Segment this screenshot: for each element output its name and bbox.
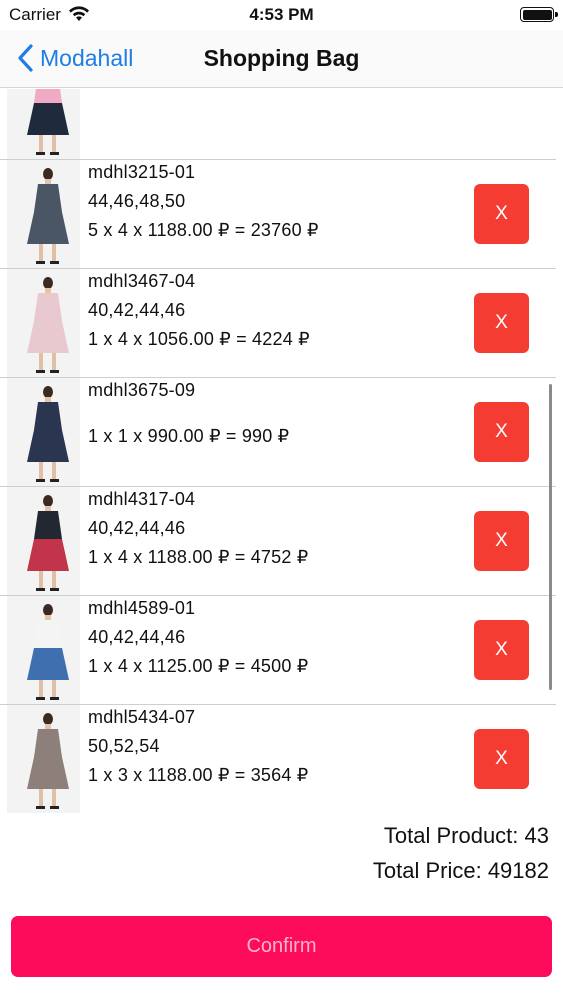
price-calculation: 1 x 4 x 1125.00 ₽ = 4500 ₽ — [88, 656, 309, 676]
product-photo[interactable] — [7, 160, 80, 268]
model-figure-icon — [27, 277, 69, 373]
product-code: mdhl3215-01 — [88, 162, 196, 182]
page-title: Shopping Bag — [203, 45, 360, 71]
total-product: Total Product: 43 — [383, 823, 549, 848]
product-photo[interactable] — [7, 378, 80, 486]
product-code: mdhl4317-04 — [88, 489, 196, 509]
product-code: mdhl5434-07 — [88, 707, 196, 727]
cart-item[interactable]: X — [0, 89, 556, 160]
price-calculation: 5 x 4 x 1188.00 ₽ = 23760 ₽ — [88, 220, 319, 240]
price-calculation: 1 x 3 x 1188.00 ₽ = 3564 ₽ — [88, 765, 309, 785]
product-sizes: 44,46,48,50 — [88, 191, 186, 211]
remove-item-button[interactable]: X — [474, 293, 529, 353]
model-figure-icon — [27, 604, 69, 700]
navigation-bar: Modahall Shopping Bag — [0, 30, 563, 88]
product-photo[interactable] — [7, 269, 80, 377]
model-figure-icon — [27, 495, 69, 591]
model-figure-icon — [27, 713, 69, 809]
product-photo[interactable] — [7, 705, 80, 813]
price-calculation: 1 x 4 x 1056.00 ₽ = 4224 ₽ — [88, 329, 310, 349]
price-calculation: 1 x 4 x 1188.00 ₽ = 4752 ₽ — [88, 547, 309, 567]
cart-item[interactable]: mdhl3675-09 1 x 1 x 990.00 ₽ = 990 ₽ X — [0, 378, 556, 487]
cart-item[interactable]: mdhl3215-01 44,46,48,50 5 x 4 x 1188.00 … — [0, 160, 556, 269]
product-sizes: 50,52,54 — [88, 736, 160, 756]
model-figure-icon — [27, 168, 69, 264]
remove-item-button[interactable]: X — [474, 184, 529, 244]
model-figure-icon — [27, 386, 69, 482]
cart-item[interactable]: mdhl5434-07 50,52,54 1 x 3 x 1188.00 ₽ =… — [0, 705, 556, 814]
cart-item[interactable]: mdhl4317-04 40,42,44,46 1 x 4 x 1188.00 … — [0, 487, 556, 596]
product-code: mdhl3467-04 — [88, 271, 196, 291]
product-sizes: 40,42,44,46 — [88, 300, 186, 320]
total-price: Total Price: 49182 — [372, 858, 549, 883]
product-photo[interactable] — [7, 487, 80, 595]
product-code: mdhl3675-09 — [88, 380, 196, 400]
remove-item-button[interactable]: X — [474, 729, 529, 789]
product-sizes: 40,42,44,46 — [88, 627, 186, 647]
cart-item[interactable]: mdhl4589-01 40,42,44,46 1 x 4 x 1125.00 … — [0, 596, 556, 705]
clock: 4:53 PM — [249, 5, 314, 24]
cart-list[interactable]: X mdhl3215-01 44,46,48,50 5 x 4 x 1188.0… — [0, 89, 563, 817]
cart-item[interactable]: mdhl3467-04 40,42,44,46 1 x 4 x 1056.00 … — [0, 269, 556, 378]
remove-item-button[interactable]: X — [474, 402, 529, 462]
product-code: mdhl4589-01 — [88, 598, 196, 618]
product-photo[interactable] — [7, 89, 80, 159]
confirm-button[interactable]: Confirm — [11, 916, 552, 977]
product-sizes: 40,42,44,46 — [88, 518, 186, 538]
status-bar: Carrier 4:53 PM — [0, 0, 563, 30]
product-photo[interactable] — [7, 596, 80, 704]
remove-item-button[interactable]: X — [474, 511, 529, 571]
remove-item-button[interactable]: X — [474, 620, 529, 680]
price-calculation: 1 x 1 x 990.00 ₽ = 990 ₽ — [88, 426, 290, 446]
battery-icon — [520, 7, 558, 22]
model-figure-icon — [27, 89, 69, 155]
scrollbar[interactable] — [549, 384, 552, 690]
